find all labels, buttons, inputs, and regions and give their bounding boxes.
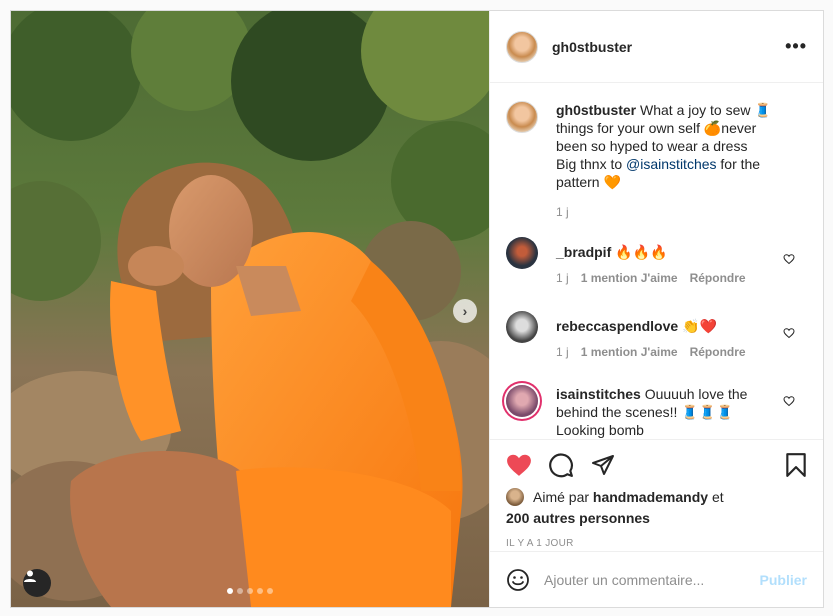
mention-link[interactable]: @isainstitches — [626, 156, 716, 172]
save-button[interactable] — [785, 452, 807, 478]
comment-text: isainstitches Ouuuuh love the behind the… — [556, 385, 781, 439]
add-comment-bar: Publier — [490, 551, 823, 607]
caption-avatar[interactable] — [506, 101, 538, 133]
caption: gh0stbuster What a joy to sew 🧵 things f… — [506, 101, 807, 219]
likes-summary: Aimé par handmademandy et 200 autres per… — [506, 488, 807, 526]
tagged-users-button[interactable] — [23, 569, 51, 597]
user-icon — [24, 570, 36, 582]
like-comment-icon[interactable] — [783, 395, 795, 407]
likes-prefix: Aimé par — [533, 489, 590, 505]
comment-text: _bradpif 🔥🔥🔥 — [556, 243, 781, 261]
comment-input[interactable] — [544, 571, 760, 588]
reply-button[interactable]: Répondre — [690, 271, 746, 285]
caption-line: Big thnx to — [556, 156, 623, 172]
author-avatar[interactable] — [506, 30, 538, 63]
carousel-dot — [257, 588, 263, 594]
comment-text: rebeccaspendlove 👏❤️ — [556, 317, 781, 335]
post-header: gh0stbuster ••• — [490, 11, 823, 83]
next-photo-button[interactable]: › — [453, 299, 477, 323]
liker-avatar[interactable] — [506, 488, 524, 506]
comment-meta: 1 j 1 mention J'aime Répondre — [556, 345, 781, 359]
post-timestamp[interactable]: IL Y A 1 JOUR — [506, 538, 807, 549]
commenter-avatar[interactable] — [506, 237, 538, 269]
comment-time[interactable]: 1 j — [556, 271, 569, 285]
carousel-dot — [267, 588, 273, 594]
post-card: › gh0stbuster ••• gh0stbuster What a joy… — [10, 10, 824, 608]
like-comment-icon[interactable] — [783, 253, 795, 265]
commenter-username[interactable]: rebeccaspendlove — [556, 318, 678, 334]
likes-conj: et — [711, 489, 724, 505]
comment-item: isainstitches Ouuuuh love the behind the… — [506, 385, 807, 439]
caption-line: been so hyped to wear a dress — [556, 138, 748, 154]
comment-item: rebeccaspendlove 👏❤️ 1 j 1 mention J'aim… — [506, 311, 807, 359]
reply-button[interactable]: Répondre — [690, 345, 746, 359]
carousel-dot — [227, 588, 233, 594]
emoji-icon[interactable] — [506, 568, 530, 592]
comment-likes[interactable]: 1 mention J'aime — [581, 345, 678, 359]
paper-plane-icon — [592, 455, 614, 475]
comment-body: Ouuuuh love the — [644, 386, 748, 402]
post-sidebar: gh0stbuster ••• gh0stbuster What a joy t… — [489, 11, 823, 607]
comments-list[interactable]: gh0stbuster What a joy to sew 🧵 things f… — [490, 83, 823, 439]
caption-meta: 1 j — [556, 205, 799, 219]
commenter-avatar-story[interactable] — [506, 385, 538, 417]
comment-icon — [549, 453, 573, 478]
commenter-avatar[interactable] — [506, 311, 538, 343]
carousel-dots — [227, 588, 273, 594]
carousel-dot — [247, 588, 253, 594]
likes-others-link[interactable]: 200 autres personnes — [506, 510, 807, 526]
caption-line: things for your own self 🍊never — [556, 120, 757, 136]
comment-body: 🔥🔥🔥 — [615, 244, 668, 260]
heart-filled-icon — [507, 454, 531, 476]
caption-username[interactable]: gh0stbuster — [556, 102, 636, 118]
publish-button[interactable]: Publier — [760, 572, 807, 588]
comment-body: behind the scenes!! 🧵🧵🧵 — [556, 404, 734, 420]
comment-body: 👏❤️ — [682, 318, 717, 334]
action-row — [506, 450, 807, 480]
author-username[interactable]: gh0stbuster — [552, 39, 785, 55]
comment-body: Looking bomb — [556, 422, 644, 438]
post-actions: Aimé par handmademandy et 200 autres per… — [490, 439, 823, 551]
comment-item: _bradpif 🔥🔥🔥 1 j 1 mention J'aime Répond… — [506, 237, 807, 285]
commenter-username[interactable]: _bradpif — [556, 244, 611, 260]
caption-line: pattern 🧡 — [556, 174, 621, 190]
more-options-icon[interactable]: ••• — [785, 36, 807, 57]
caption-text: gh0stbuster What a joy to sew 🧵 things f… — [556, 101, 799, 191]
caption-line: for the — [720, 156, 761, 172]
commenter-username[interactable]: isainstitches — [556, 386, 641, 402]
bookmark-icon — [786, 453, 806, 477]
comment-button[interactable] — [548, 452, 574, 478]
liker-username[interactable]: handmademandy — [593, 489, 708, 505]
comment-time[interactable]: 1 j — [556, 345, 569, 359]
like-button[interactable] — [506, 453, 532, 477]
caption-line: What a joy to sew 🧵 — [640, 102, 772, 118]
share-button[interactable] — [590, 453, 616, 477]
photo-illustration — [11, 11, 489, 607]
caption-time[interactable]: 1 j — [556, 205, 569, 219]
post-photo[interactable]: › — [11, 11, 489, 607]
chevron-right-icon: › — [462, 303, 468, 319]
comment-meta: 1 j 1 mention J'aime Répondre — [556, 271, 781, 285]
carousel-dot — [237, 588, 243, 594]
like-comment-icon[interactable] — [783, 327, 795, 339]
comment-likes[interactable]: 1 mention J'aime — [581, 271, 678, 285]
